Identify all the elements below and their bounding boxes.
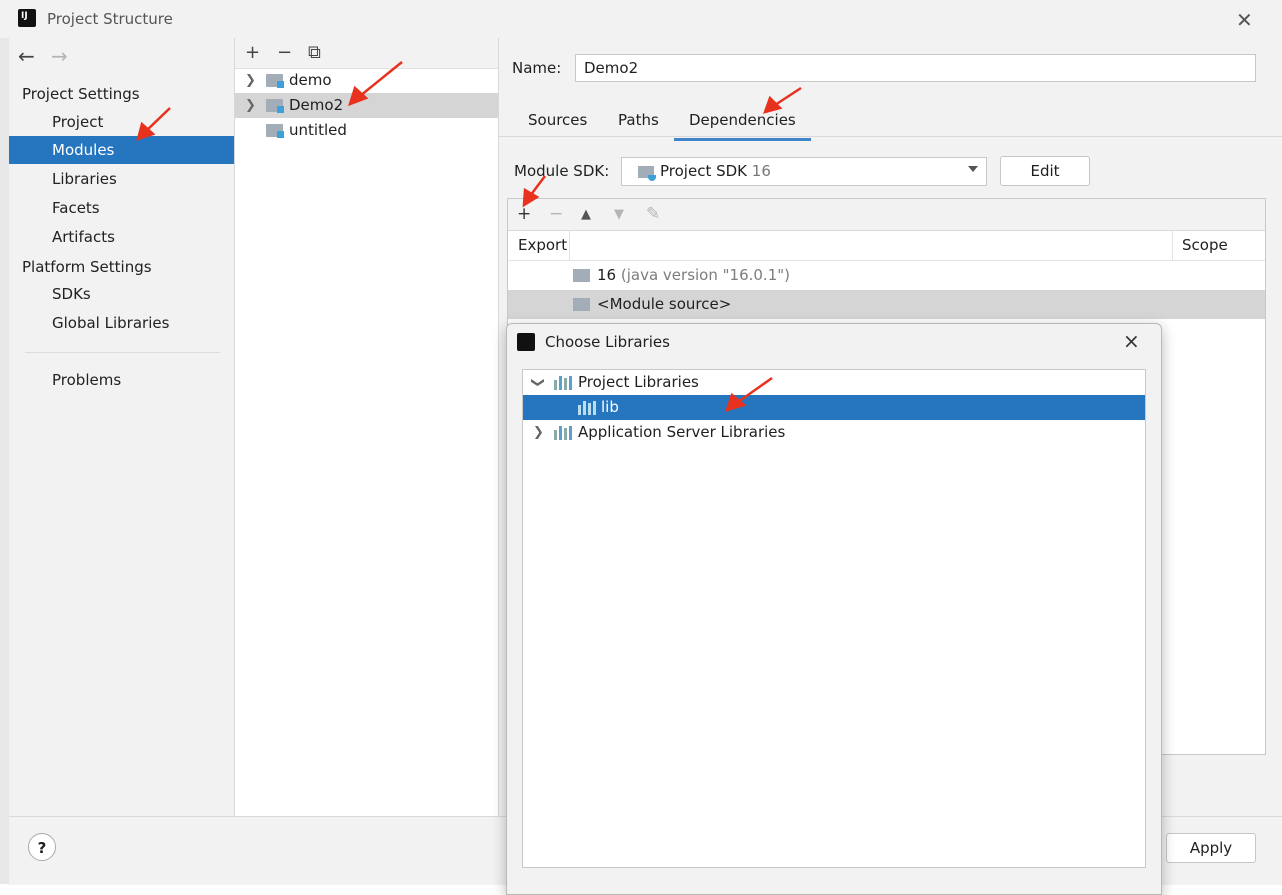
chevron-down-icon[interactable]: ❯ bbox=[525, 377, 550, 388]
module-item-demo2[interactable]: ❯ Demo2 bbox=[235, 93, 498, 118]
dependency-row-module-source[interactable]: <Module source> bbox=[508, 290, 1265, 319]
edit-sdk-button[interactable]: Edit bbox=[1000, 156, 1090, 186]
column-separator bbox=[569, 230, 570, 260]
back-arrow-icon[interactable]: ← bbox=[18, 44, 35, 68]
tree-label: lib bbox=[601, 398, 619, 416]
module-name: demo bbox=[289, 71, 332, 89]
tab-sources[interactable]: Sources bbox=[528, 108, 587, 138]
chevron-right-icon[interactable]: ❯ bbox=[245, 68, 256, 93]
dependencies-toolbar: + − ▲ ▼ ✎ bbox=[508, 199, 1265, 231]
remove-module-icon[interactable]: − bbox=[277, 42, 292, 63]
sidebar-item-problems[interactable]: Problems bbox=[9, 366, 234, 394]
sidebar-divider bbox=[25, 352, 220, 353]
module-item-untitled[interactable]: untitled bbox=[235, 118, 498, 143]
sdk-value: Project SDK 16 bbox=[660, 162, 771, 180]
module-folder-icon bbox=[266, 99, 284, 113]
name-label: Name: bbox=[512, 59, 562, 77]
copy-module-icon[interactable]: ⧉ bbox=[308, 42, 321, 63]
module-name: untitled bbox=[289, 121, 347, 139]
scope-column-header[interactable]: Scope bbox=[1182, 230, 1228, 260]
module-folder-icon bbox=[266, 124, 284, 138]
module-item-demo[interactable]: ❯ demo bbox=[235, 68, 498, 93]
module-sdk-dropdown[interactable]: Project SDK 16 bbox=[621, 157, 987, 186]
jdk-folder-icon bbox=[573, 269, 590, 282]
intellij-app-icon bbox=[517, 333, 535, 351]
column-separator bbox=[1172, 230, 1173, 260]
tree-item-application-server-libraries[interactable]: ❯ Application Server Libraries bbox=[523, 420, 1145, 445]
sidebar-item-facets[interactable]: Facets bbox=[9, 194, 234, 222]
window-close-icon[interactable]: ✕ bbox=[1236, 8, 1253, 32]
add-module-icon[interactable]: + bbox=[245, 42, 260, 63]
edit-dependency-icon[interactable]: ✎ bbox=[646, 204, 660, 224]
module-list-panel: + − ⧉ ❯ demo ❯ Demo2 untitled bbox=[235, 38, 499, 816]
sidebar-item-artifacts[interactable]: Artifacts bbox=[9, 223, 234, 251]
dependency-name: 16 (java version "16.0.1") bbox=[597, 266, 790, 284]
sidebar-item-project[interactable]: Project bbox=[9, 108, 234, 136]
window-title: Project Structure bbox=[47, 10, 173, 28]
remove-dependency-icon[interactable]: − bbox=[549, 204, 563, 224]
help-button[interactable]: ? bbox=[28, 833, 56, 861]
project-settings-header: Project Settings bbox=[22, 85, 140, 103]
dependency-name: <Module source> bbox=[597, 295, 732, 313]
move-down-icon[interactable]: ▼ bbox=[614, 207, 624, 222]
module-name: Demo2 bbox=[289, 96, 344, 114]
chevron-right-icon[interactable]: ❯ bbox=[533, 420, 544, 445]
platform-settings-header: Platform Settings bbox=[22, 258, 152, 276]
chevron-down-icon bbox=[968, 166, 978, 172]
dependencies-table-header: Export Scope bbox=[508, 230, 1265, 261]
move-up-icon[interactable]: ▲ bbox=[581, 207, 591, 222]
library-tree: ❯ Project Libraries lib ❯ Application Se… bbox=[522, 369, 1146, 868]
choose-libraries-dialog: Choose Libraries × ❯ Project Libraries l… bbox=[506, 323, 1162, 895]
module-name-field[interactable]: Demo2 bbox=[575, 54, 1256, 82]
tab-divider bbox=[499, 136, 1282, 137]
intellij-app-icon: IJ bbox=[15, 6, 39, 30]
module-sdk-label: Module SDK: bbox=[514, 162, 610, 180]
apply-button[interactable]: Apply bbox=[1166, 833, 1256, 863]
tab-paths[interactable]: Paths bbox=[618, 108, 659, 138]
library-icon bbox=[554, 376, 572, 390]
export-column-header[interactable]: Export bbox=[518, 230, 567, 260]
window-title-bar: IJ Project Structure ✕ bbox=[0, 0, 1282, 38]
add-dependency-icon[interactable]: + bbox=[517, 204, 531, 224]
dependency-row-jdk[interactable]: 16 (java version "16.0.1") bbox=[508, 261, 1265, 290]
sidebar-item-modules[interactable]: Modules bbox=[9, 136, 234, 164]
library-icon bbox=[578, 401, 596, 415]
module-folder-icon bbox=[266, 74, 284, 88]
sdk-folder-icon bbox=[638, 166, 656, 181]
sidebar-item-sdks[interactable]: SDKs bbox=[9, 280, 234, 308]
forward-arrow-icon[interactable]: → bbox=[51, 44, 68, 68]
library-icon bbox=[554, 426, 572, 440]
dialog-close-icon[interactable]: × bbox=[1123, 329, 1140, 353]
sidebar-item-global-libraries[interactable]: Global Libraries bbox=[9, 309, 234, 337]
background-window-edge bbox=[0, 38, 9, 884]
module-toolbar: + − ⧉ bbox=[235, 38, 498, 69]
tree-label: Application Server Libraries bbox=[578, 423, 786, 441]
tree-item-lib[interactable]: lib bbox=[523, 395, 1145, 420]
settings-sidebar: ← → Project Settings Project Modules Lib… bbox=[9, 38, 235, 816]
tree-label: Project Libraries bbox=[578, 373, 699, 391]
chevron-right-icon[interactable]: ❯ bbox=[245, 93, 256, 118]
source-folder-icon bbox=[573, 298, 590, 311]
dialog-title: Choose Libraries bbox=[545, 333, 670, 351]
sidebar-item-libraries[interactable]: Libraries bbox=[9, 165, 234, 193]
tree-item-project-libraries[interactable]: ❯ Project Libraries bbox=[523, 370, 1145, 395]
